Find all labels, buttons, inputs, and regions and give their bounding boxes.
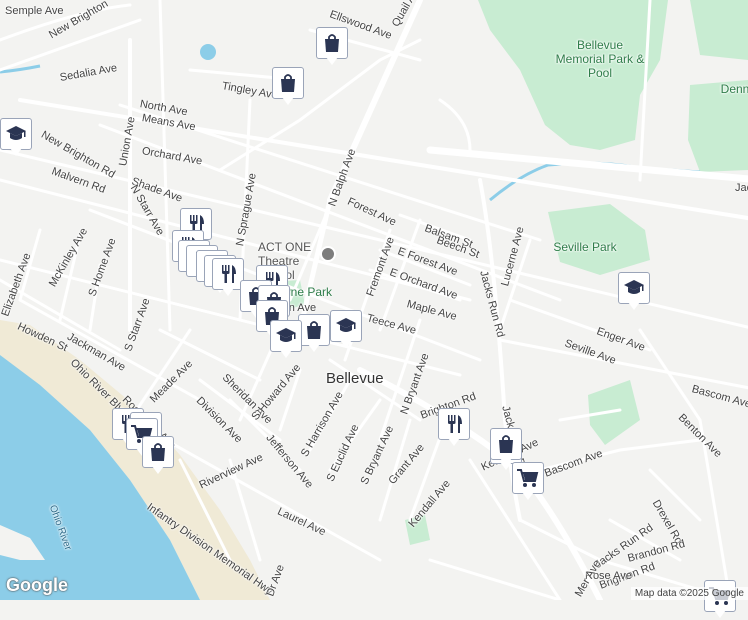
town-label: Bellevue	[326, 370, 384, 387]
shopping-bag-marker[interactable]	[316, 27, 348, 67]
poi-dot-icon	[320, 246, 336, 262]
fork-knife-icon	[448, 415, 462, 433]
school-marker[interactable]	[0, 118, 32, 158]
graduation-cap-icon	[6, 126, 26, 140]
map-canvas[interactable]: Semple Ave New Brighton Sedalia Ave Tingley…	[0, 0, 748, 618]
shopping-bag-marker[interactable]	[142, 436, 174, 476]
park-label: Denn	[720, 82, 748, 96]
shopping-bag-marker[interactable]	[298, 314, 330, 354]
shopping-bag-icon	[281, 74, 295, 92]
shopping-bag-icon	[151, 443, 165, 461]
graduation-cap-icon	[276, 328, 296, 342]
pond	[200, 44, 216, 60]
school-marker[interactable]	[618, 272, 650, 312]
shopping-bag-icon	[307, 321, 321, 339]
school-marker[interactable]	[270, 320, 302, 360]
street-label: Jacks	[735, 182, 748, 194]
shopping-bag-marker[interactable]	[272, 67, 304, 107]
park-label: Bellevue Memorial Park & Pool	[555, 38, 645, 80]
shopping-bag-icon	[499, 435, 513, 453]
grocery-cart-marker[interactable]	[704, 580, 736, 620]
school-marker[interactable]	[330, 310, 362, 350]
grocery-cart-marker[interactable]	[512, 462, 544, 502]
park-label: Seville Park	[553, 240, 617, 254]
google-logo: Google	[6, 575, 68, 595]
fork-knife-icon	[222, 265, 236, 283]
graduation-cap-icon	[336, 318, 356, 332]
restaurant-marker[interactable]	[438, 408, 470, 448]
street-label: Semple Ave	[5, 5, 64, 17]
graduation-cap-icon	[624, 280, 644, 294]
map-attribution[interactable]: Map data ©2025 Google	[630, 587, 748, 600]
shopping-bag-icon	[325, 34, 339, 52]
shopping-cart-icon	[517, 469, 539, 487]
